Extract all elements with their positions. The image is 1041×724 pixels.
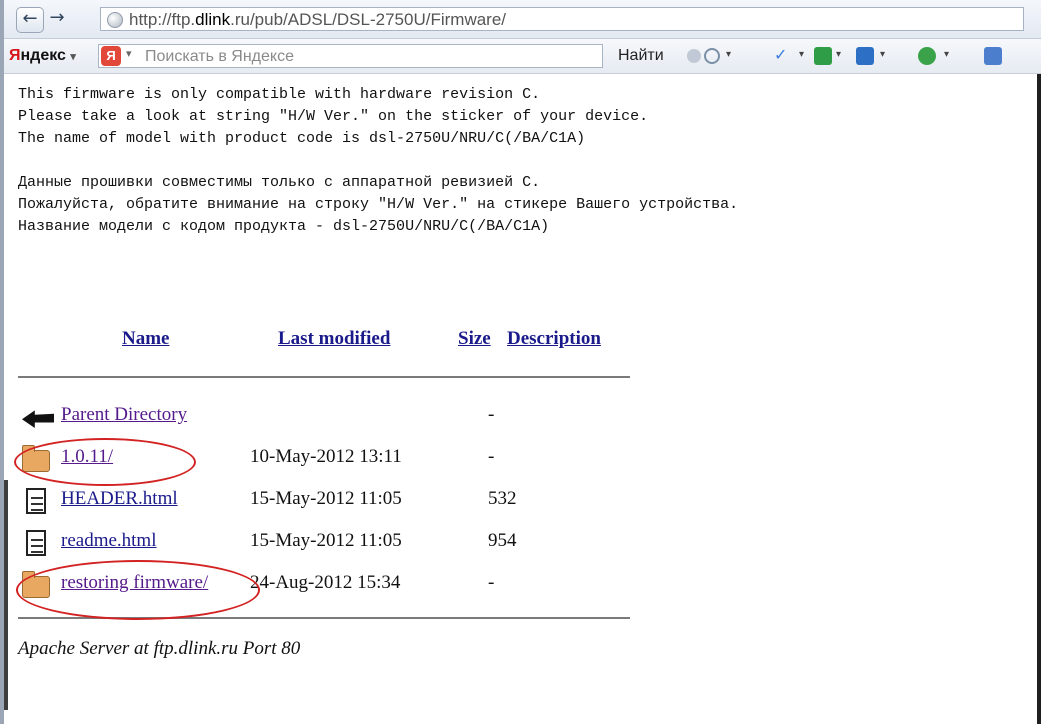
window-edge [4, 480, 8, 710]
yandex-search-input[interactable]: Я ▾ Поискать в Яндексе [98, 44, 603, 68]
table-row: Parent Directory - [18, 400, 638, 432]
row-size: - [488, 572, 495, 593]
row-size: - [488, 446, 495, 467]
key-icon[interactable] [918, 47, 936, 65]
spellcheck-icon[interactable]: ✓ [774, 45, 792, 64]
browser-window: ← → http://ftp.dlink.ru/pub/ADSL/DSL-275… [0, 0, 1041, 724]
column-header-size[interactable]: Size [458, 328, 491, 350]
highlight-circle [16, 560, 260, 620]
back-button[interactable]: ← [16, 7, 44, 33]
yandex-brand-menu[interactable]: Яндекс ▾ [9, 47, 76, 65]
table-row: readme.html 15-May-2012 11:05 954 [18, 526, 638, 558]
document-icon [26, 488, 46, 514]
notice-russian: Данные прошивки совместимы только с аппа… [18, 174, 739, 235]
parent-directory-link[interactable]: Parent Directory [61, 404, 187, 426]
column-header-name[interactable]: Name [122, 328, 169, 350]
row-size: - [488, 404, 495, 425]
find-button[interactable]: Найти [618, 47, 664, 65]
file-link-header-html[interactable]: HEADER.html [61, 488, 178, 510]
row-date: 15-May-2012 11:05 [250, 488, 402, 509]
address-text: http://ftp.dlink.ru/pub/ADSL/DSL-2750U/F… [129, 10, 507, 29]
chevron-down-icon[interactable]: ▾ [799, 49, 804, 60]
chevron-down-icon[interactable]: ▾ [726, 49, 731, 60]
notice-english: This firmware is only compatible with ha… [18, 86, 649, 147]
translate-icon[interactable] [814, 47, 832, 65]
back-arrow-icon [22, 410, 54, 428]
address-bar[interactable]: http://ftp.dlink.ru/pub/ADSL/DSL-2750U/F… [100, 7, 1024, 31]
column-header-last-modified[interactable]: Last modified [278, 328, 390, 350]
chevron-down-icon[interactable]: ▾ [836, 49, 841, 60]
firmware-notice: This firmware is only compatible with ha… [18, 84, 1038, 238]
dictionary-icon[interactable] [856, 47, 874, 65]
globe-icon [107, 12, 123, 28]
forward-button[interactable]: → [44, 7, 70, 31]
row-size: 954 [488, 530, 517, 551]
document-icon [26, 530, 46, 556]
navigation-bar: ← → http://ftp.dlink.ru/pub/ADSL/DSL-275… [4, 0, 1041, 39]
chevron-down-icon[interactable]: ▾ [880, 49, 885, 60]
chevron-down-icon: ▾ [126, 48, 132, 60]
file-link-readme-html[interactable]: readme.html [61, 530, 157, 552]
row-date: 15-May-2012 11:05 [250, 530, 402, 551]
row-date: 10-May-2012 13:11 [250, 446, 402, 467]
column-header-description[interactable]: Description [507, 328, 601, 350]
server-signature: Apache Server at ftp.dlink.ru Port 80 [18, 638, 301, 659]
highlight-circle [14, 438, 196, 486]
divider [18, 376, 630, 378]
table-row: HEADER.html 15-May-2012 11:05 532 [18, 484, 638, 516]
row-date: 24-Aug-2012 15:34 [250, 572, 401, 593]
yandex-toolbar: Яндекс ▾ Я ▾ Поискать в Яндексе Найти ▾ … [4, 39, 1041, 74]
row-size: 532 [488, 488, 517, 509]
mail-icon[interactable] [984, 47, 1002, 65]
chat-bubble-icon[interactable] [704, 48, 720, 64]
search-placeholder: Поискать в Яндексе [145, 48, 294, 65]
yandex-logo-icon: Я [101, 46, 121, 66]
plus-icon[interactable] [687, 49, 701, 63]
chevron-down-icon[interactable]: ▾ [944, 49, 949, 60]
